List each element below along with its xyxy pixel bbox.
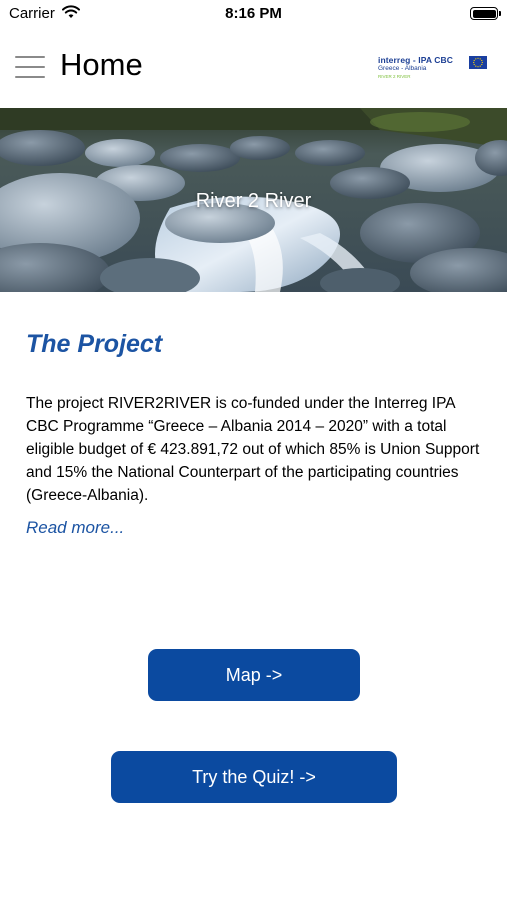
clock: 8:16 PM [225, 5, 282, 22]
read-more-link[interactable]: Read more... [26, 518, 124, 538]
interreg-logo: interreg - IPA CBC Greece - Albania RIVE… [378, 55, 488, 85]
battery-icon [470, 7, 501, 20]
page-title: Home [60, 47, 143, 82]
nav-bar: Home interreg - IPA CBC Greece - Albania… [0, 28, 507, 108]
eu-flag-icon [469, 56, 487, 69]
hero-banner: River 2 River [0, 108, 507, 292]
project-description: The project RIVER2RIVER is co-funded und… [26, 395, 480, 504]
menu-icon[interactable] [15, 56, 45, 78]
logo-line1: interreg - IPA CBC [378, 55, 454, 65]
logo-tagline: RIVER 2 RIVER [378, 74, 411, 79]
map-button[interactable]: Map -> [148, 649, 360, 701]
hero-title: River 2 River [195, 190, 312, 212]
quiz-button[interactable]: Try the Quiz! -> [111, 751, 397, 803]
section-title: The Project [26, 330, 163, 358]
status-bar: Carrier 8:16 PM [0, 0, 507, 28]
logo-line2: Greece - Albania [378, 65, 427, 72]
